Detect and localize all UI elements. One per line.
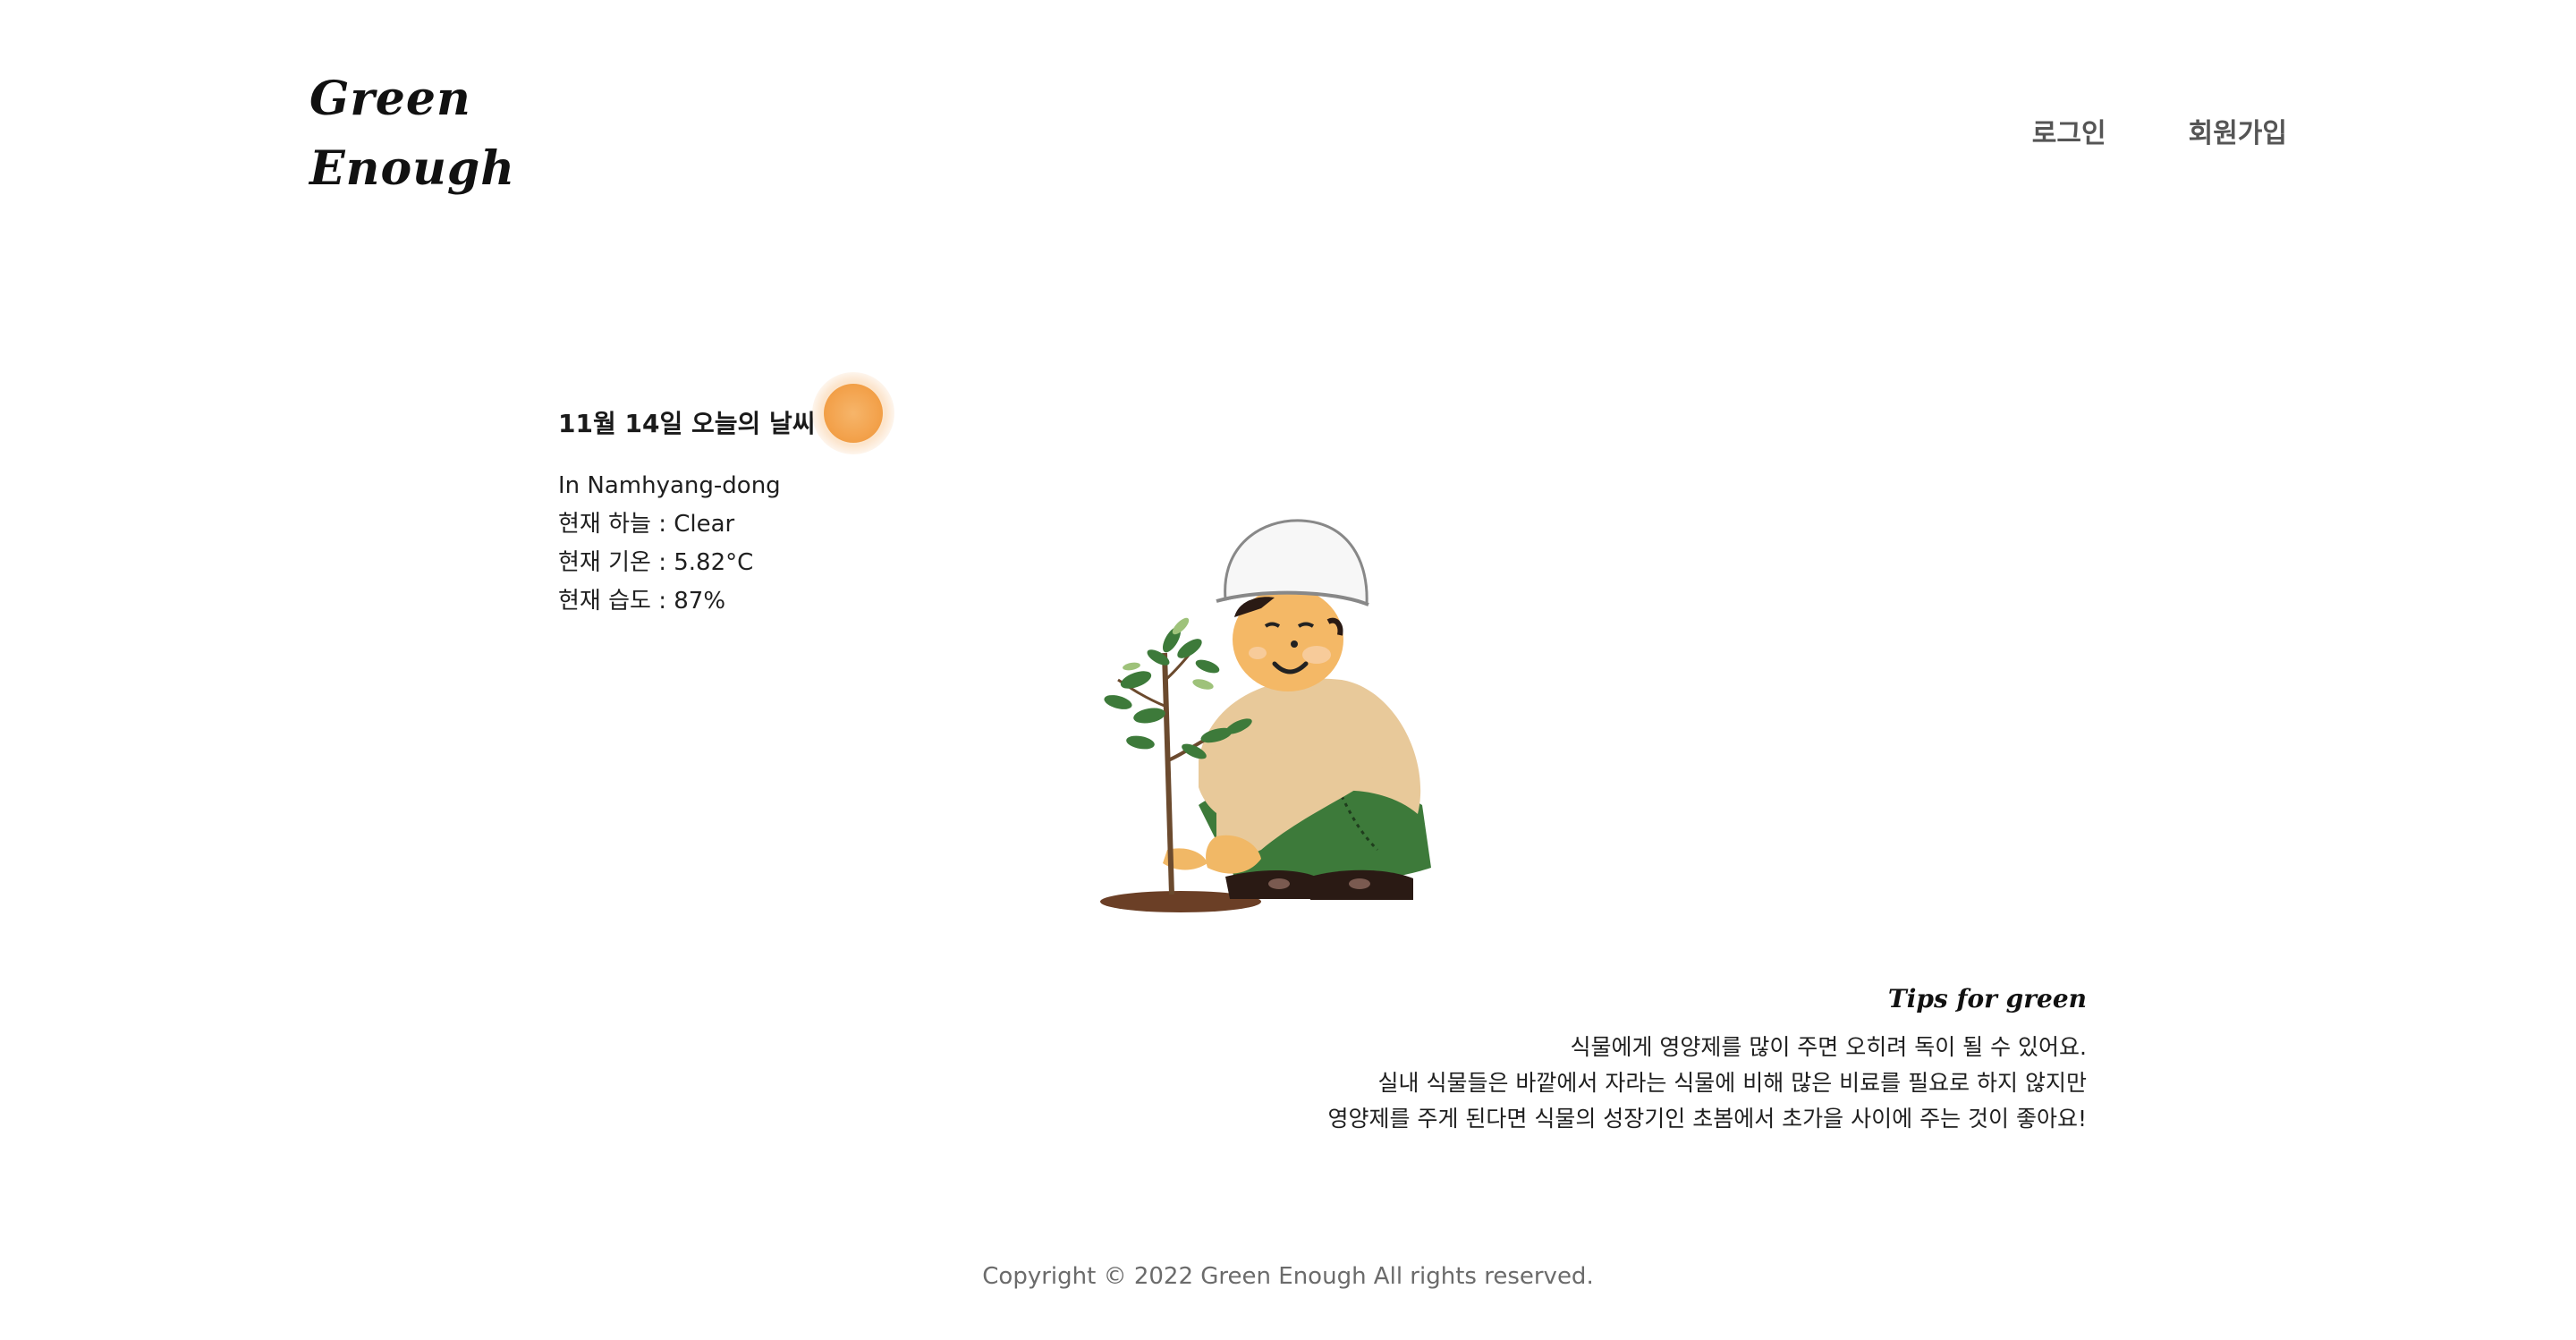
weather-details: In Namhyang-dong 현재 하늘 : Clear 현재 기온 : 5…: [558, 467, 894, 621]
logo-line-1: Green: [309, 72, 471, 126]
tips-body: 식물에게 영양제를 많이 주면 오히려 독이 될 수 있어요. 실내 식물들은 …: [1328, 1030, 2088, 1137]
gardener-planting-tree-illustration: [1100, 519, 1431, 912]
sun-icon: [811, 372, 894, 454]
weather-sky: 현재 하늘 : Clear: [558, 511, 735, 538]
login-link[interactable]: 로그인: [2032, 114, 2106, 154]
tips-line-3: 영양제를 주게 된다면 식물의 성장기인 초봄에서 초가을 사이에 주는 것이 …: [1327, 1106, 2088, 1132]
tips-line-2: 실내 식물들은 바깥에서 자라는 식물에 비해 많은 비료를 필요로 하지 않지…: [1377, 1070, 2087, 1096]
weather-humidity: 현재 습도 : 87%: [558, 588, 726, 615]
weather-title-row: 11월 14일 오늘의 날씨: [558, 372, 894, 458]
weather-panel: 11월 14일 오늘의 날씨 In Namhyang-dong 현재 하늘 : …: [558, 372, 894, 621]
tips-line-1: 식물에게 영양제를 많이 주면 오히려 독이 될 수 있어요.: [1570, 1034, 2087, 1060]
tips-panel: Tips for green 식물에게 영양제를 많이 주면 오히려 독이 될 …: [1328, 984, 2088, 1137]
logo-line-2: Enough: [309, 141, 516, 196]
weather-location: In Namhyang-dong: [558, 472, 781, 499]
page: Green Enough 로그인 회원가입 11월 14일 오늘의 날씨 In …: [0, 0, 2576, 1340]
tips-title: Tips for green: [1887, 984, 2087, 1013]
footer-copyright: Copyright © 2022 Green Enough All rights…: [982, 1263, 1594, 1290]
top-nav: 로그인 회원가입: [2032, 114, 2287, 154]
logo[interactable]: Green Enough: [309, 64, 515, 204]
signup-link[interactable]: 회원가입: [2189, 114, 2287, 154]
weather-title: 11월 14일 오늘의 날씨: [558, 409, 816, 438]
weather-temperature: 현재 기온 : 5.82°C: [558, 549, 754, 576]
sun-disc: [823, 384, 883, 443]
